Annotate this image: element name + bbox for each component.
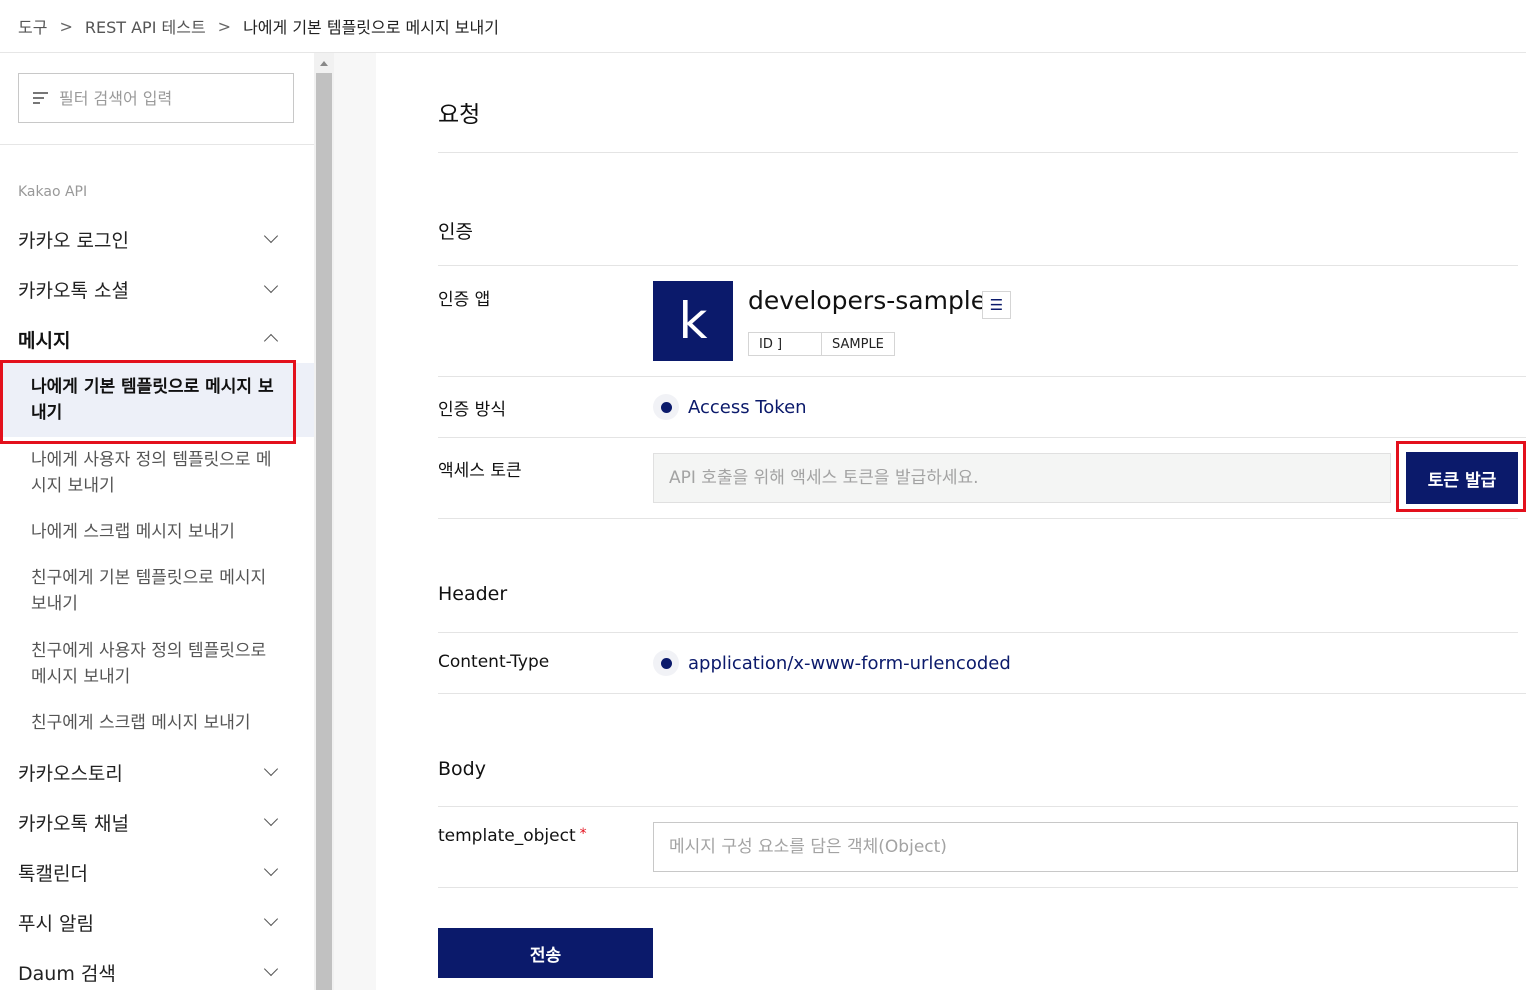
app-name: developers-sample <box>748 286 987 315</box>
radio-selected-icon[interactable] <box>653 650 679 676</box>
auth-method-value: Access Token <box>688 396 807 418</box>
submenu-item-label: 보내기 <box>31 594 78 614</box>
sidebar-section-label: Kakao API <box>18 184 88 200</box>
chevron-down-icon <box>263 228 279 244</box>
sidebar-item-label: Daum 검색 <box>18 962 116 985</box>
template-object-label: template_object * <box>438 826 587 846</box>
sidebar-item-kakaotalk-channel[interactable]: 카카오톡 채널 <box>18 804 284 840</box>
sidebar-item-label: 카카오스토리 <box>18 762 123 785</box>
template-object-input[interactable] <box>653 822 1518 872</box>
app-id-tag: ID ] <box>748 332 822 356</box>
divider <box>438 437 1526 438</box>
content-type-option[interactable]: application/x-www-form-urlencoded <box>653 650 1011 676</box>
chevron-down-icon <box>263 961 279 977</box>
sidebar-item-push-notification[interactable]: 푸시 알림 <box>18 904 284 940</box>
sidebar-item-kakaotalk-social[interactable]: 카카오톡 소셜 <box>18 271 284 307</box>
body-section-title: Body <box>438 758 486 780</box>
submenu-item-label: 친구에게 기본 템플릿으로 메시지 <box>31 568 267 588</box>
sidebar-scrollbar[interactable] <box>314 53 334 990</box>
auth-method-option[interactable]: Access Token <box>653 394 807 420</box>
chevron-down-icon <box>263 911 279 927</box>
submenu-item-label: 친구에게 사용자 정의 템플릿으로 <box>31 641 267 661</box>
divider <box>438 806 1518 807</box>
access-token-input[interactable] <box>653 453 1391 503</box>
scroll-up-arrow-icon[interactable] <box>320 61 328 66</box>
sidebar-item-label: 톡캘린더 <box>18 862 88 885</box>
sidebar-divider <box>0 144 314 145</box>
app-logo: k <box>653 281 733 361</box>
sidebar-item-label: 메시지 <box>18 329 71 352</box>
chevron-down-icon <box>263 861 279 877</box>
chevron-down-icon <box>263 811 279 827</box>
required-mark: * <box>579 826 587 842</box>
page-title: 요청 <box>438 102 481 128</box>
breadcrumb-separator: > <box>217 16 232 36</box>
app-sample-tag: SAMPLE <box>822 332 895 356</box>
divider <box>438 152 1518 153</box>
submenu-item-label: 메시지 보내기 <box>31 667 131 687</box>
scrollbar-thumb[interactable] <box>316 73 332 990</box>
breadcrumb-separator: > <box>59 16 73 36</box>
divider <box>438 632 1518 633</box>
auth-method-label: 인증 방식 <box>438 400 506 420</box>
breadcrumb: 도구 > REST API 테스트 > 나에게 기본 템플릿으로 메시지 보내기 <box>0 0 1526 53</box>
divider <box>438 518 1518 519</box>
sidebar-item-label: 푸시 알림 <box>18 912 94 935</box>
app-list-button[interactable]: ☰ <box>982 291 1011 319</box>
submenu-item-send-custom-template-to-me[interactable]: 나에게 사용자 정의 템플릿으로 메 시지 보내기 <box>31 447 281 499</box>
template-object-label-text: template_object <box>438 826 576 846</box>
sidebar-item-label: 카카오톡 소셜 <box>18 279 129 302</box>
breadcrumb-item-rest-api-test[interactable]: REST API 테스트 <box>85 14 206 38</box>
highlight-box-active-submenu <box>0 360 296 444</box>
app-tags: ID ] SAMPLE <box>748 332 895 356</box>
chevron-down-icon <box>263 278 279 294</box>
send-button[interactable]: 전송 <box>438 928 653 978</box>
chevron-down-icon <box>263 761 279 777</box>
content-gutter <box>334 53 376 990</box>
submenu-item-label: 시지 보내기 <box>31 476 115 496</box>
submenu-item-send-scrap-to-me[interactable]: 나에게 스크랩 메시지 보내기 <box>31 519 281 545</box>
list-icon: ☰ <box>989 296 1004 314</box>
submenu-item-send-scrap-to-friends[interactable]: 친구에게 스크랩 메시지 보내기 <box>31 710 281 736</box>
divider <box>438 693 1526 694</box>
breadcrumb-item-current: 나에게 기본 템플릿으로 메시지 보내기 <box>243 18 499 37</box>
sidebar-item-message[interactable]: 메시지 <box>18 321 284 357</box>
content-type-label: Content-Type <box>438 652 550 672</box>
divider <box>438 376 1526 377</box>
sidebar-item-talk-calendar[interactable]: 톡캘린더 <box>18 854 284 890</box>
sidebar-item-kakao-login[interactable]: 카카오 로그인 <box>18 221 284 257</box>
submenu-item-label: 친구에게 스크랩 메시지 보내기 <box>31 713 251 733</box>
submenu-item-label: 나에게 사용자 정의 템플릿으로 메 <box>31 450 272 470</box>
sidebar-item-label: 카카오톡 채널 <box>18 812 129 835</box>
divider <box>438 265 1518 266</box>
auth-app-label: 인증 앱 <box>438 290 491 310</box>
sidebar-item-label: 카카오 로그인 <box>18 229 129 252</box>
highlight-box-token-button <box>1396 441 1526 512</box>
submenu-item-send-custom-template-to-friends[interactable]: 친구에게 사용자 정의 템플릿으로 메시지 보내기 <box>31 638 281 690</box>
filter-icon <box>33 92 49 104</box>
sidebar: Kakao API 카카오 로그인 카카오톡 소셜 메시지 나에게 기본 템플릿… <box>0 53 314 990</box>
submenu-item-label: 나에게 스크랩 메시지 보내기 <box>31 522 235 542</box>
filter-search-input[interactable] <box>59 88 279 108</box>
access-token-label: 액세스 토큰 <box>438 461 522 481</box>
header-section-title: Header <box>438 583 508 605</box>
breadcrumb-item-tools[interactable]: 도구 <box>18 14 47 38</box>
radio-selected-icon[interactable] <box>653 394 679 420</box>
main-content: 요청 인증 인증 앱 k developers-sample ☰ ID ] SA… <box>376 53 1526 990</box>
auth-section-title: 인증 <box>438 221 473 243</box>
sidebar-item-daum-search[interactable]: Daum 검색 <box>18 954 284 990</box>
filter-search-box[interactable] <box>18 73 294 123</box>
sidebar-item-kakaostory[interactable]: 카카오스토리 <box>18 754 284 790</box>
chevron-up-icon <box>263 333 279 349</box>
content-type-value: application/x-www-form-urlencoded <box>688 652 1011 674</box>
submenu-item-send-default-template-to-friends[interactable]: 친구에게 기본 템플릿으로 메시지 보내기 <box>31 565 281 617</box>
divider <box>438 887 1518 888</box>
